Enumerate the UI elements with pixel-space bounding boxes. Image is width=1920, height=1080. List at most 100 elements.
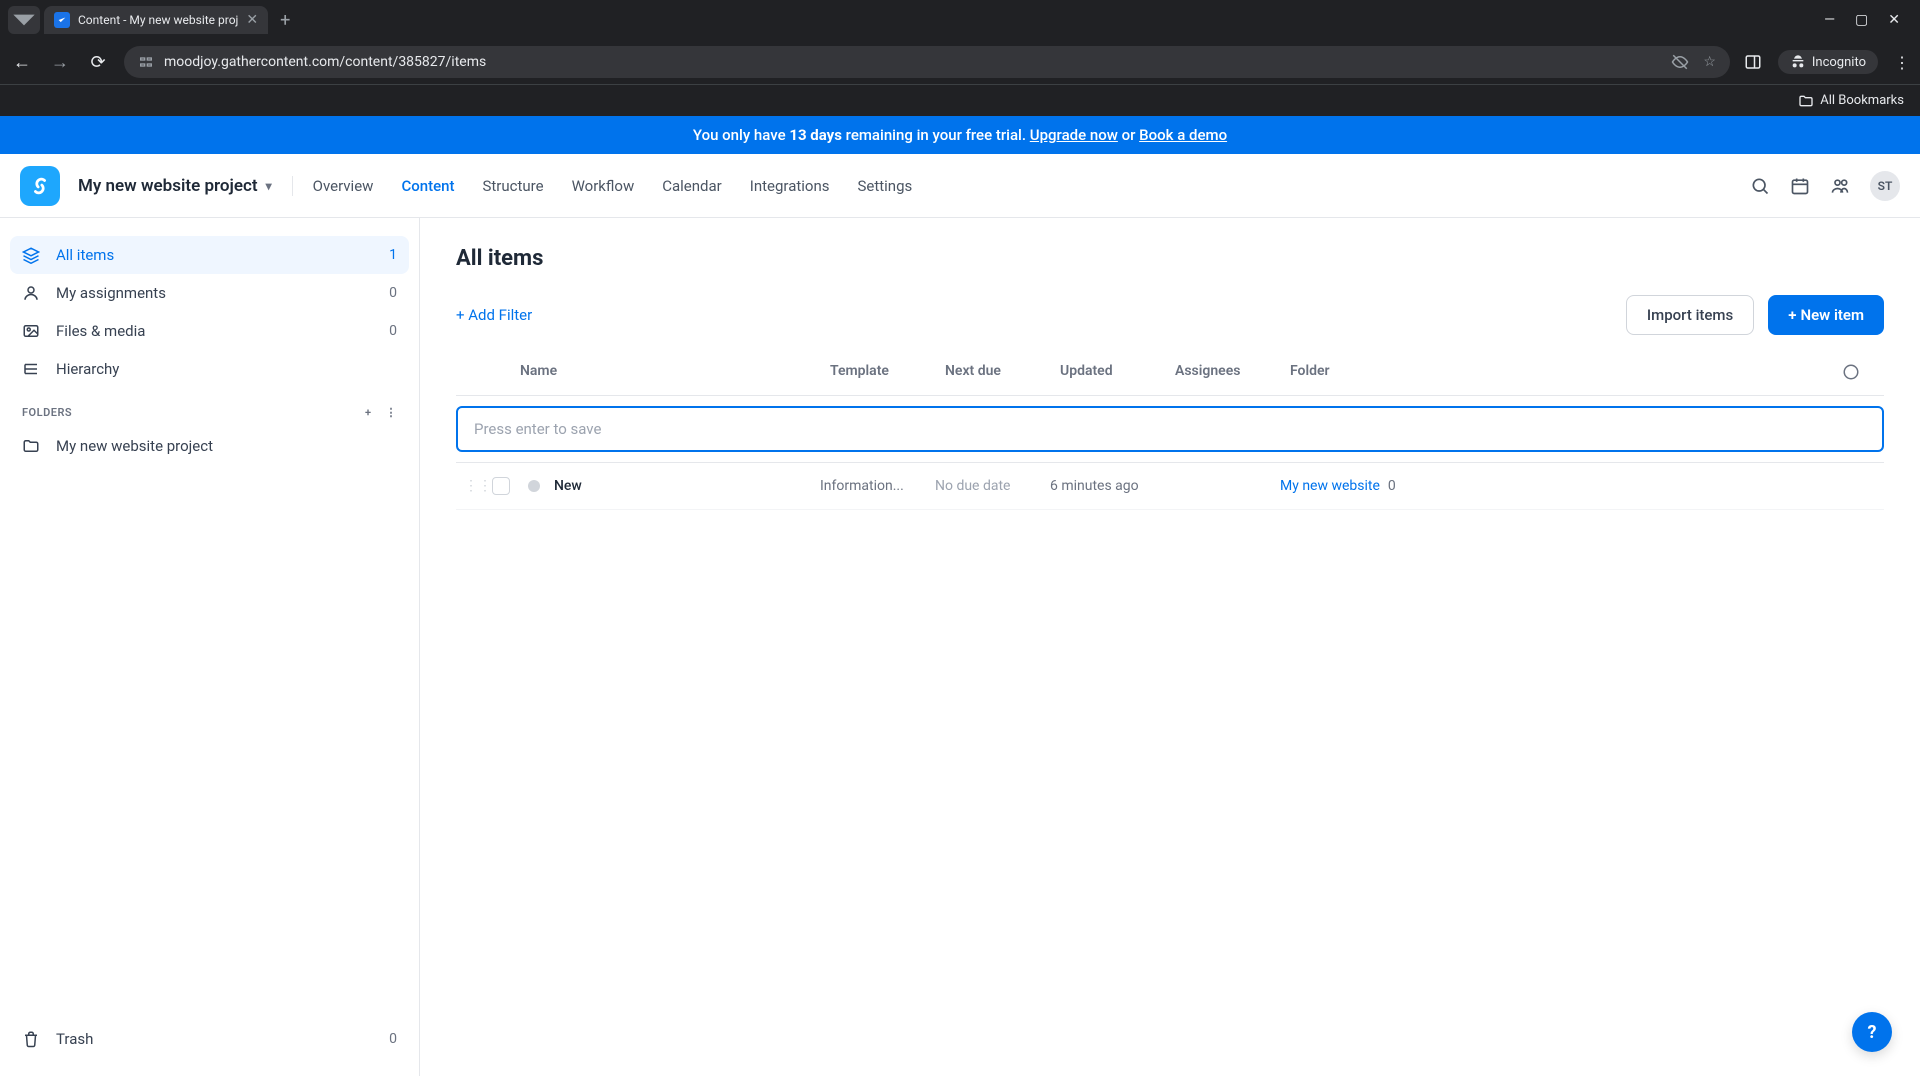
- nav-calendar[interactable]: Calendar: [662, 177, 722, 195]
- sidebar-item-label: Hierarchy: [56, 360, 119, 378]
- help-button[interactable]: ?: [1852, 1012, 1892, 1052]
- new-item-input-row: [456, 396, 1884, 463]
- main-nav: Overview Content Structure Workflow Cale…: [313, 177, 913, 195]
- sidebar-item-count: 0: [389, 323, 397, 339]
- table-row[interactable]: ⋮⋮ New Information... No due date 6 minu…: [456, 463, 1884, 510]
- eye-off-icon[interactable]: [1671, 53, 1689, 71]
- main-content: All items + Add Filter Import items + Ne…: [420, 218, 1920, 1076]
- sidebar-item-label: Trash: [56, 1030, 93, 1048]
- row-template: Information...: [820, 478, 935, 494]
- people-icon[interactable]: [1830, 176, 1850, 196]
- sidebar-files-media[interactable]: Files & media 0: [10, 312, 409, 350]
- nav-settings[interactable]: Settings: [857, 177, 912, 195]
- sidebar-trash[interactable]: Trash 0: [10, 1020, 409, 1058]
- trial-banner: You only have 13 days remaining in your …: [0, 116, 1920, 154]
- url-text: moodjoy.gathercontent.com/content/385827…: [164, 54, 486, 70]
- nav-content[interactable]: Content: [401, 177, 454, 195]
- col-assignees[interactable]: Assignees: [1175, 363, 1290, 381]
- new-item-label: New item: [1800, 306, 1864, 324]
- drag-handle-icon[interactable]: ⋮⋮: [464, 478, 484, 494]
- folders-header: FOLDERS + ⋮: [10, 388, 409, 427]
- window-controls: — ▢ ✕: [1824, 12, 1912, 28]
- folders-heading: FOLDERS: [22, 406, 72, 419]
- layers-icon: [22, 246, 42, 264]
- user-avatar[interactable]: ST: [1870, 171, 1900, 201]
- browser-tab[interactable]: Content - My new website proj ✕: [44, 6, 268, 34]
- sidebar-item-label: All items: [56, 246, 114, 264]
- sidebar-folder-item[interactable]: My new website project: [10, 427, 409, 465]
- site-info-icon[interactable]: [138, 54, 154, 70]
- row-name[interactable]: New: [554, 478, 820, 494]
- minimize-button[interactable]: —: [1824, 12, 1835, 28]
- sidebar-all-items[interactable]: All items 1: [10, 236, 409, 274]
- sidebar-item-count: 0: [389, 1031, 397, 1047]
- page-title: All items: [456, 246, 1884, 271]
- folder-menu-button[interactable]: ⋮: [386, 406, 398, 419]
- row-folder-count: 0: [1388, 478, 1396, 494]
- new-item-button[interactable]: + New item: [1768, 295, 1884, 335]
- new-tab-button[interactable]: +: [272, 6, 298, 35]
- col-next-due[interactable]: Next due: [945, 363, 1060, 381]
- bookmarks-bar: All Bookmarks: [0, 84, 1920, 116]
- col-updated[interactable]: Updated: [1060, 363, 1175, 381]
- chevron-down-icon: ▾: [266, 179, 272, 193]
- banner-mid: remaining in your free trial.: [842, 126, 1030, 144]
- sidebar-item-label: Files & media: [56, 322, 145, 340]
- sidebar-item-label: My assignments: [56, 284, 166, 302]
- forward-button[interactable]: →: [48, 52, 72, 73]
- tab-title: Content - My new website proj: [78, 13, 238, 27]
- calendar-icon[interactable]: [1790, 176, 1810, 196]
- reload-button[interactable]: ⟳: [86, 52, 110, 73]
- col-name[interactable]: Name: [520, 363, 830, 381]
- col-folder[interactable]: Folder: [1290, 363, 1830, 381]
- bookmark-star-icon[interactable]: ☆: [1703, 54, 1716, 70]
- all-bookmarks-label: All Bookmarks: [1820, 93, 1904, 108]
- table-settings-icon[interactable]: [1830, 363, 1860, 381]
- back-button[interactable]: ←: [10, 52, 34, 73]
- project-name: My new website project: [78, 176, 258, 196]
- incognito-label: Incognito: [1812, 55, 1866, 70]
- toolbar: + Add Filter Import items + New item: [456, 295, 1884, 335]
- nav-structure[interactable]: Structure: [482, 177, 543, 195]
- row-folder[interactable]: My new website 0: [1280, 478, 1860, 494]
- browser-menu-icon[interactable]: ⋮: [1894, 53, 1910, 72]
- status-dot: [528, 480, 540, 492]
- row-checkbox[interactable]: [492, 477, 510, 495]
- upgrade-link[interactable]: Upgrade now: [1030, 126, 1118, 144]
- side-panel-icon[interactable]: [1744, 53, 1762, 71]
- close-tab-icon[interactable]: ✕: [246, 12, 258, 28]
- incognito-badge[interactable]: Incognito: [1778, 50, 1878, 74]
- import-items-button[interactable]: Import items: [1626, 295, 1754, 335]
- maximize-button[interactable]: ▢: [1855, 12, 1868, 28]
- book-demo-link[interactable]: Book a demo: [1139, 126, 1227, 144]
- search-icon[interactable]: [1750, 176, 1770, 196]
- app-logo[interactable]: [20, 166, 60, 206]
- url-bar[interactable]: moodjoy.gathercontent.com/content/385827…: [124, 46, 1730, 78]
- row-next-due: No due date: [935, 478, 1050, 494]
- app-body: All items 1 My assignments 0 Files & med…: [0, 218, 1920, 1076]
- banner-prefix: You only have: [693, 126, 789, 144]
- nav-integrations[interactable]: Integrations: [750, 177, 830, 195]
- tab-bar: Content - My new website proj ✕ + — ▢ ✕: [0, 0, 1920, 40]
- hierarchy-icon: [22, 360, 42, 378]
- col-template[interactable]: Template: [830, 363, 945, 381]
- add-filter-button[interactable]: + Add Filter: [456, 306, 532, 324]
- sidebar: All items 1 My assignments 0 Files & med…: [0, 218, 420, 1076]
- nav-workflow[interactable]: Workflow: [572, 177, 635, 195]
- all-bookmarks-button[interactable]: All Bookmarks: [1798, 93, 1904, 109]
- sidebar-item-label: My new website project: [56, 437, 213, 455]
- new-item-name-input[interactable]: [456, 406, 1884, 452]
- add-folder-button[interactable]: +: [365, 406, 372, 419]
- project-selector[interactable]: My new website project ▾: [78, 176, 293, 196]
- close-window-button[interactable]: ✕: [1888, 12, 1900, 28]
- sidebar-item-count: 0: [389, 285, 397, 301]
- tab-search-dropdown[interactable]: [8, 6, 40, 34]
- app-header: My new website project ▾ Overview Conten…: [0, 154, 1920, 218]
- sidebar-my-assignments[interactable]: My assignments 0: [10, 274, 409, 312]
- user-icon: [22, 284, 42, 302]
- nav-overview[interactable]: Overview: [313, 177, 374, 195]
- row-updated: 6 minutes ago: [1050, 478, 1165, 494]
- header-actions: ST: [1750, 171, 1900, 201]
- sidebar-hierarchy[interactable]: Hierarchy: [10, 350, 409, 388]
- banner-or: or: [1118, 126, 1139, 144]
